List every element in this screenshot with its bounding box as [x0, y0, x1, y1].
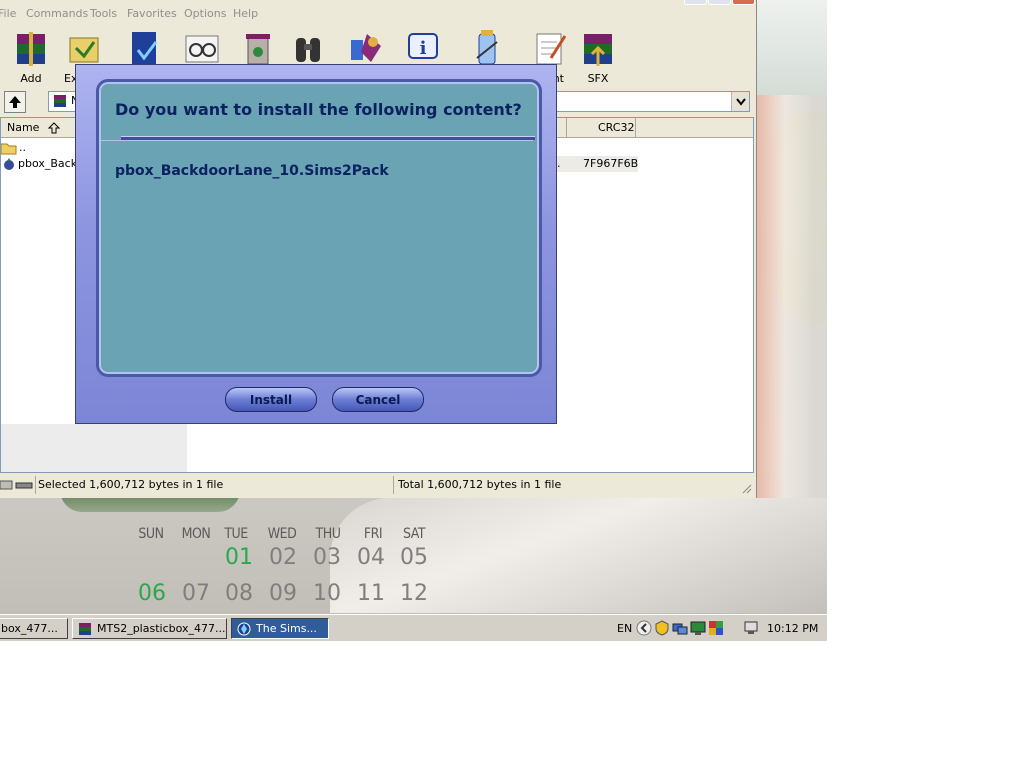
test-icon	[124, 28, 164, 68]
system-tray: EN 10:12 PM	[615, 618, 825, 639]
wizard-icon	[347, 28, 387, 68]
calendar-date: 11	[357, 581, 385, 606]
calendar-date: 04	[357, 545, 385, 570]
menu-commands[interactable]: Commands	[26, 7, 88, 20]
menu-help[interactable]: Help	[233, 7, 258, 20]
sfx-icon	[578, 28, 618, 68]
calendar-day-wed: WED	[267, 526, 297, 542]
calendar-day-fri: FRI	[363, 526, 383, 542]
calendar-date: 03	[313, 545, 341, 570]
status-divider	[35, 476, 36, 494]
drive-icon	[0, 480, 33, 490]
install-button[interactable]: Install	[225, 387, 317, 412]
dialog-panel: Do you want to install the following con…	[96, 79, 542, 377]
volume-desk-icon[interactable]	[744, 620, 760, 636]
calendar-day-mon: MON	[181, 526, 211, 542]
list-blank-area	[1, 424, 187, 472]
status-divider	[393, 476, 394, 494]
address-dropdown-button[interactable]	[731, 92, 749, 111]
wallpaper-sim-character	[757, 95, 827, 565]
menu-tools[interactable]: Tools	[90, 7, 117, 20]
desktop: SUN MON TUE WED THU FRI SAT 01 02 03 04 …	[0, 0, 827, 641]
taskbar: box_477... MTS2_plasticbox_477... The Si…	[0, 614, 827, 641]
archive-icon	[54, 95, 66, 107]
network-icon[interactable]	[672, 620, 688, 636]
sims2pack-file-icon	[4, 158, 14, 170]
find-icon	[288, 28, 328, 68]
sims-plumbob-icon	[237, 622, 251, 635]
language-indicator[interactable]: EN	[617, 622, 632, 635]
archive-add-icon	[11, 28, 51, 68]
toolbar-label: Add	[20, 72, 42, 85]
status-bar: Selected 1,600,712 bytes in 1 file Total…	[0, 474, 754, 496]
titlebar-buttons	[684, 0, 756, 5]
security-shield-icon[interactable]	[654, 620, 670, 636]
view-icon	[182, 28, 222, 68]
calendar-date: 12	[400, 581, 428, 606]
toolbar-sfx-button[interactable]: SFX	[573, 28, 623, 85]
calendar-date: 06	[138, 581, 166, 606]
delete-icon	[238, 28, 278, 68]
calendar-date: 01	[225, 545, 253, 570]
display-icon[interactable]	[690, 620, 706, 636]
calendar-date: 08	[225, 581, 253, 606]
taskbar-item[interactable]: box_477...	[0, 618, 68, 639]
menu-favorites[interactable]: Favorites	[127, 7, 177, 20]
up-arrow-icon	[9, 96, 21, 108]
taskbar-item-label: box_477...	[1, 622, 58, 635]
calendar-date: 10	[313, 581, 341, 606]
file-crc32: 7F967F6B	[583, 157, 639, 170]
column-name[interactable]: Name	[7, 121, 39, 134]
folder-icon	[1, 143, 17, 155]
expand-tray-icon[interactable]	[636, 620, 652, 636]
app-tray-icon[interactable]	[708, 620, 724, 636]
menu-options[interactable]: Options	[184, 7, 226, 20]
file-truncated: .	[557, 157, 561, 170]
column-divider	[635, 118, 636, 137]
calendar-day-tue: TUE	[224, 526, 248, 542]
calendar-day-sat: SAT	[403, 526, 425, 542]
calendar-date: 05	[400, 545, 428, 570]
status-selected: Selected 1,600,712 bytes in 1 file	[38, 478, 224, 491]
chevron-down-icon	[735, 97, 746, 106]
taskbar-item-active[interactable]: The Sims...	[231, 618, 329, 639]
extract-icon	[64, 28, 104, 68]
repair-icon	[467, 28, 507, 68]
dialog-title: Do you want to install the following con…	[115, 100, 522, 119]
content-list: pbox_BackdoorLane_10.Sims2Pack	[99, 140, 533, 371]
up-folder-button[interactable]	[4, 91, 26, 113]
cancel-button[interactable]: Cancel	[332, 387, 424, 412]
taskbar-item-label: The Sims...	[256, 622, 317, 635]
install-dialog: Do you want to install the following con…	[75, 64, 557, 424]
calendar-date: 09	[269, 581, 297, 606]
svg-text:i: i	[420, 38, 427, 59]
toolbar-add-button[interactable]: Add	[6, 28, 56, 85]
winrar-icon	[79, 622, 91, 635]
status-total: Total 1,600,712 bytes in 1 file	[398, 478, 562, 491]
menu-bar: File Commands Tools Favorites Options He…	[0, 4, 754, 24]
calendar-date: 02	[269, 545, 297, 570]
info-icon: i	[403, 28, 443, 68]
sort-up-icon	[48, 122, 60, 134]
comment-icon	[529, 28, 569, 68]
calendar-day-thu: THU	[315, 526, 341, 542]
content-item: pbox_BackdoorLane_10.Sims2Pack	[115, 163, 389, 179]
file-name: ..	[19, 141, 26, 154]
column-crc32[interactable]: CRC32	[598, 121, 634, 134]
calendar-date: 07	[182, 581, 210, 606]
resize-grip-icon[interactable]	[740, 482, 752, 494]
toolbar-label: SFX	[587, 72, 609, 85]
taskbar-item[interactable]: MTS2_plasticbox_477...	[72, 618, 227, 639]
calendar-day-sun: SUN	[138, 526, 164, 542]
wallpaper-window-area	[756, 0, 827, 96]
clock[interactable]: 10:12 PM	[767, 622, 818, 635]
menu-file[interactable]: File	[0, 7, 16, 20]
taskbar-item-label: MTS2_plasticbox_477...	[97, 622, 226, 635]
column-divider	[566, 118, 567, 137]
